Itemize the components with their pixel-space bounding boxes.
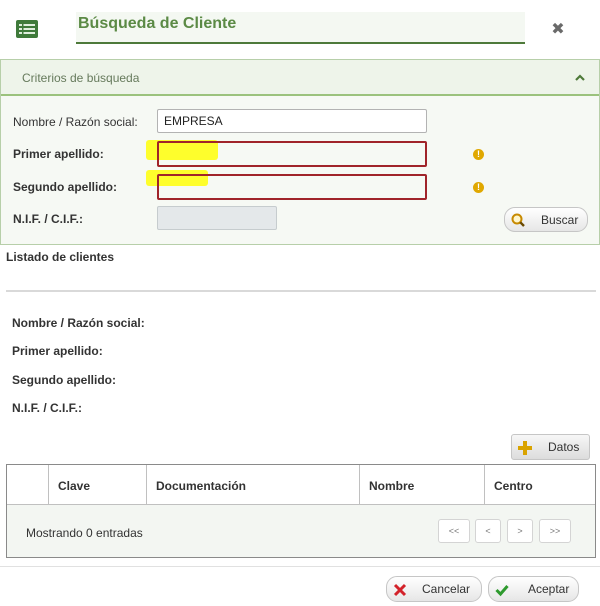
plus-icon <box>518 441 532 455</box>
nombre-input[interactable] <box>157 109 427 133</box>
dialog-title: Búsqueda de Cliente <box>78 15 237 32</box>
nombre-label: Nombre / Razón social: <box>13 115 138 129</box>
search-button-label: Buscar <box>541 213 579 227</box>
search-criteria-panel: Criterios de búsqueda Nombre / Razón soc… <box>0 59 600 245</box>
warning-icon: ! <box>473 182 484 193</box>
datos-button-label: Datos <box>548 440 580 454</box>
column-header-select[interactable] <box>7 465 49 505</box>
nif-label: N.I.F. / C.I.F.: <box>13 212 84 226</box>
pagination-prev[interactable]: < <box>475 519 501 543</box>
accept-button[interactable]: Aceptar <box>488 576 579 602</box>
detail-segundo-label: Segundo apellido: <box>12 373 116 387</box>
search-icon <box>511 213 525 227</box>
close-icon[interactable]: ✖ <box>548 20 568 40</box>
segundo-apellido-label: Segundo apellido: <box>13 180 117 194</box>
criteria-header[interactable]: Criterios de búsqueda <box>1 60 599 96</box>
detail-nif-label: N.I.F. / C.I.F.: <box>12 401 83 415</box>
accept-button-label: Aceptar <box>528 582 570 596</box>
detail-nombre-label: Nombre / Razón social: <box>12 316 145 330</box>
column-header-clave[interactable]: Clave <box>49 465 147 505</box>
column-header-nombre[interactable]: Nombre <box>360 465 485 505</box>
entries-count: Mostrando 0 entradas <box>26 526 143 540</box>
search-button[interactable]: Buscar <box>504 207 588 232</box>
chevron-up-icon[interactable] <box>573 71 587 85</box>
pagination-next[interactable]: > <box>507 519 533 543</box>
clients-table: Clave Documentación Nombre Centro Mostra… <box>6 464 596 558</box>
cancel-icon <box>393 583 407 597</box>
column-header-documentacion[interactable]: Documentación <box>147 465 360 505</box>
table-header: Clave Documentación Nombre Centro <box>7 465 595 505</box>
footer-divider <box>0 566 600 567</box>
primer-apellido-label: Primer apellido: <box>13 147 104 161</box>
pagination-last[interactable]: >> <box>539 519 571 543</box>
datos-button[interactable]: Datos <box>511 434 590 460</box>
check-icon <box>495 585 509 597</box>
pagination-first[interactable]: << <box>438 519 470 543</box>
table-icon <box>16 20 38 38</box>
divider <box>6 290 596 292</box>
detail-primer-label: Primer apellido: <box>12 344 103 358</box>
cancel-button[interactable]: Cancelar <box>386 576 482 602</box>
cancel-button-label: Cancelar <box>422 582 471 596</box>
warning-icon: ! <box>473 149 484 160</box>
column-header-centro[interactable]: Centro <box>485 465 595 505</box>
criteria-title: Criterios de búsqueda <box>22 71 140 85</box>
title-bar: Búsqueda de Cliente <box>76 12 525 44</box>
primer-apellido-input[interactable] <box>157 141 427 167</box>
nif-input[interactable] <box>157 206 277 230</box>
segundo-apellido-input[interactable] <box>157 174 427 200</box>
listado-title: Listado de clientes <box>6 250 115 264</box>
